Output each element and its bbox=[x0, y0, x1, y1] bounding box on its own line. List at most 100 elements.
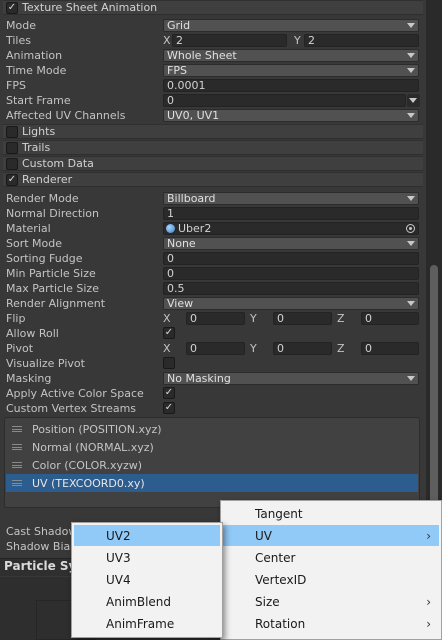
stream-label: Color (COLOR.xyzw) bbox=[32, 458, 143, 472]
flip-x-field[interactable]: 0 bbox=[186, 312, 245, 325]
tiles-x-field[interactable]: 2 bbox=[172, 34, 287, 47]
start-frame-label: Start Frame bbox=[6, 94, 71, 107]
apply-color-space-label: Apply Active Color Space bbox=[6, 387, 144, 400]
list-item[interactable]: Normal (NORMAL.xyz) bbox=[6, 438, 418, 456]
animation-label: Animation bbox=[6, 49, 63, 62]
list-item[interactable]: Position (POSITION.xyz) bbox=[6, 420, 418, 438]
apply-color-space-checkbox[interactable]: ✓ bbox=[163, 387, 175, 399]
render-alignment-value: View bbox=[167, 297, 194, 310]
tiles-y-field[interactable]: 2 bbox=[304, 34, 419, 47]
menu-item-uv4[interactable]: UV4 bbox=[74, 569, 220, 590]
row-apply-color-space: Apply Active Color Space bbox=[6, 386, 420, 401]
chevron-right-icon: › bbox=[426, 617, 431, 631]
allow-roll-checkbox[interactable]: ✓ bbox=[163, 327, 175, 339]
menu-item-size[interactable]: Size › bbox=[223, 591, 439, 612]
time-mode-label: Time Mode bbox=[6, 64, 67, 77]
custom-data-enable-checkbox[interactable] bbox=[6, 157, 18, 170]
chevron-down-icon bbox=[407, 376, 415, 381]
min-particle-size-field[interactable]: 0 bbox=[163, 267, 419, 280]
start-frame-mode-button[interactable] bbox=[407, 94, 420, 107]
menu-item-animblend[interactable]: AnimBlend bbox=[74, 591, 220, 612]
tiles-x-axis-label: X bbox=[163, 34, 171, 47]
pivot-z-field[interactable]: 0 bbox=[361, 342, 419, 355]
menu-item-animframe[interactable]: AnimFrame bbox=[74, 613, 220, 634]
scrollbar-thumb[interactable] bbox=[430, 265, 438, 513]
list-item-selected[interactable]: UV (TEXCOORD0.xy) bbox=[6, 474, 418, 492]
min-particle-size-label: Min Particle Size bbox=[6, 267, 96, 280]
flip-z-axis-label: Z bbox=[337, 312, 345, 325]
vertex-streams-list: Position (POSITION.xyz) Normal (NORMAL.x… bbox=[4, 417, 420, 508]
sort-mode-label: Sort Mode bbox=[6, 237, 63, 250]
menu-item-uv2[interactable]: UV2 bbox=[74, 525, 220, 546]
mode-label: Mode bbox=[6, 19, 36, 32]
stream-label: Normal (NORMAL.xyz) bbox=[32, 440, 154, 454]
section-renderer[interactable]: ✓ Renderer bbox=[3, 172, 423, 187]
menu-item-center[interactable]: Center bbox=[223, 547, 439, 568]
menu-item-vertexid[interactable]: VertexID bbox=[223, 569, 439, 590]
section-title: Custom Data bbox=[22, 157, 94, 170]
chevron-down-icon bbox=[407, 53, 415, 58]
object-picker-icon[interactable] bbox=[406, 224, 415, 233]
uv-channels-label: Affected UV Channels bbox=[6, 109, 126, 122]
sorting-fudge-field[interactable]: 0 bbox=[163, 252, 419, 265]
texture-sheet-enable-checkbox[interactable]: ✓ bbox=[6, 1, 18, 14]
row-allow-roll: Allow Roll bbox=[6, 326, 420, 341]
lights-enable-checkbox[interactable] bbox=[6, 125, 18, 138]
menu-item-rotation[interactable]: Rotation › bbox=[223, 613, 439, 634]
normal-direction-field[interactable]: 1 bbox=[163, 207, 419, 220]
pivot-z-axis-label: Z bbox=[337, 342, 345, 355]
chevron-right-icon: › bbox=[426, 529, 431, 543]
section-trails[interactable]: Trails bbox=[3, 140, 423, 155]
masking-dropdown[interactable]: No Masking bbox=[163, 372, 419, 385]
menu-item-tangent[interactable]: Tangent bbox=[223, 503, 439, 524]
uv-channels-dropdown[interactable]: UV0, UV1 bbox=[163, 109, 419, 122]
sort-mode-dropdown[interactable]: None bbox=[163, 237, 419, 250]
render-mode-dropdown[interactable]: Billboard bbox=[163, 192, 419, 205]
render-alignment-label: Render Alignment bbox=[6, 297, 106, 310]
visualize-pivot-checkbox[interactable] bbox=[163, 357, 175, 369]
renderer-enable-checkbox[interactable]: ✓ bbox=[6, 173, 18, 186]
section-custom-data[interactable]: Custom Data bbox=[3, 156, 423, 171]
tiles-y-axis-label: Y bbox=[294, 34, 301, 47]
animation-dropdown[interactable]: Whole Sheet bbox=[163, 49, 419, 62]
pivot-y-field[interactable]: 0 bbox=[273, 342, 332, 355]
mode-dropdown[interactable]: Grid bbox=[163, 19, 419, 32]
chevron-down-icon bbox=[407, 113, 415, 118]
masking-label: Masking bbox=[6, 372, 52, 385]
pivot-x-axis-label: X bbox=[163, 342, 171, 355]
row-custom-vertex-streams: Custom Vertex Streams bbox=[6, 401, 420, 416]
drag-handle-icon[interactable] bbox=[12, 426, 22, 432]
material-icon bbox=[166, 224, 175, 233]
sorting-fudge-label: Sorting Fudge bbox=[6, 252, 83, 265]
section-texture-sheet-animation[interactable]: ✓ Texture Sheet Animation bbox=[3, 0, 423, 15]
chevron-down-icon bbox=[409, 98, 417, 103]
fps-label: FPS bbox=[6, 79, 26, 92]
flip-z-field[interactable]: 0 bbox=[361, 312, 419, 325]
allow-roll-label: Allow Roll bbox=[6, 327, 59, 340]
list-item[interactable]: Color (COLOR.xyzw) bbox=[6, 456, 418, 474]
pivot-y-axis-label: Y bbox=[250, 342, 257, 355]
drag-handle-icon[interactable] bbox=[12, 462, 22, 468]
pivot-x-field[interactable]: 0 bbox=[186, 342, 245, 355]
drag-handle-icon[interactable] bbox=[12, 444, 22, 450]
menu-item-uv3[interactable]: UV3 bbox=[74, 547, 220, 568]
fps-field[interactable]: 0.0001 bbox=[163, 79, 419, 92]
custom-vertex-streams-checkbox[interactable]: ✓ bbox=[163, 402, 175, 414]
section-lights[interactable]: Lights bbox=[3, 124, 423, 139]
drag-handle-icon[interactable] bbox=[12, 480, 22, 486]
section-title: Renderer bbox=[22, 173, 73, 186]
trails-enable-checkbox[interactable] bbox=[6, 141, 18, 154]
start-frame-field[interactable]: 0 bbox=[163, 94, 406, 107]
flip-y-field[interactable]: 0 bbox=[273, 312, 332, 325]
render-mode-value: Billboard bbox=[167, 192, 216, 205]
section-title: Texture Sheet Animation bbox=[22, 1, 158, 14]
visualize-pivot-label: Visualize Pivot bbox=[6, 357, 85, 370]
chevron-down-icon bbox=[407, 68, 415, 73]
material-field[interactable]: Uber2 bbox=[163, 222, 419, 235]
flip-x-axis-label: X bbox=[163, 312, 171, 325]
chevron-right-icon: › bbox=[426, 595, 431, 609]
time-mode-dropdown[interactable]: FPS bbox=[163, 64, 419, 77]
max-particle-size-field[interactable]: 0.5 bbox=[163, 282, 419, 295]
render-alignment-dropdown[interactable]: View bbox=[163, 297, 419, 310]
menu-item-uv[interactable]: UV › bbox=[223, 525, 439, 546]
